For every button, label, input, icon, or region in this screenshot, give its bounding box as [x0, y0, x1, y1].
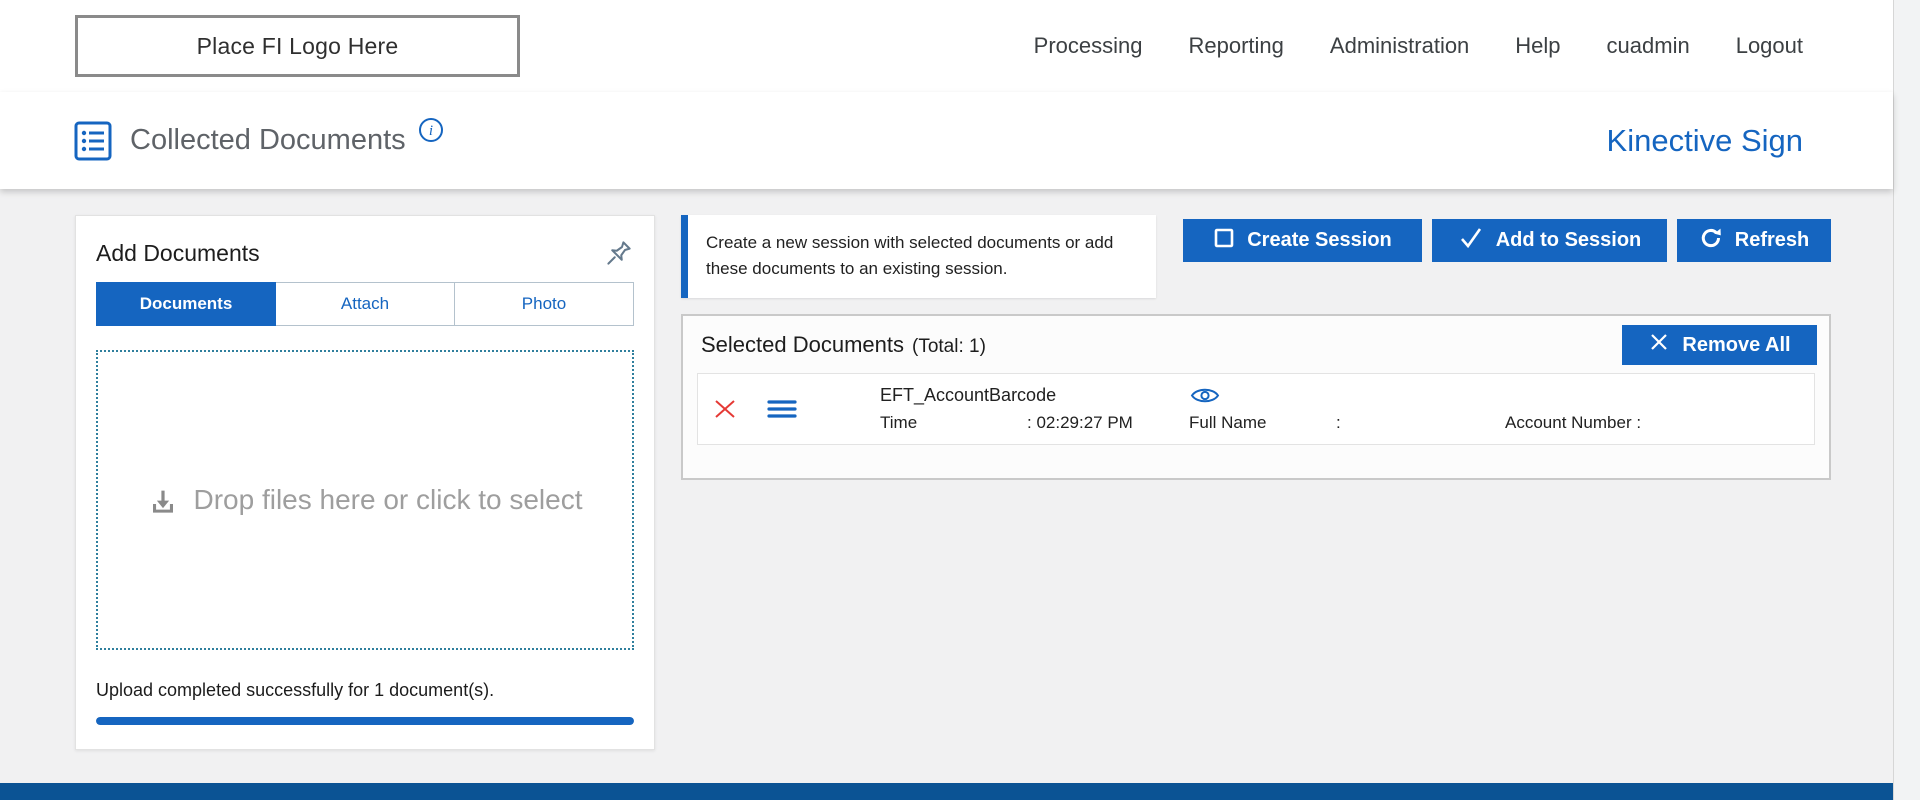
add-to-session-button[interactable]: Add to Session [1432, 219, 1667, 262]
checkmark-icon [1458, 226, 1484, 256]
full-name-value: : [1336, 413, 1505, 433]
close-icon [1648, 331, 1670, 359]
tab-attach-label: Attach [341, 294, 389, 314]
collected-documents-icon [72, 120, 114, 162]
pin-icon[interactable] [604, 238, 634, 268]
full-name-label: Full Name [1189, 413, 1336, 433]
session-info-message: Create a new session with selected docum… [681, 215, 1156, 298]
info-icon[interactable]: i [418, 117, 444, 143]
product-name: Kinective Sign [1607, 123, 1803, 159]
refresh-icon [1699, 226, 1723, 256]
upload-status-text: Upload completed successfully for 1 docu… [96, 680, 634, 701]
top-bar: Place FI Logo Here Processing Reporting … [0, 0, 1893, 92]
tab-documents-label: Documents [140, 294, 233, 314]
nav-item-help[interactable]: Help [1515, 33, 1560, 59]
tab-photo-label: Photo [522, 294, 566, 314]
time-label: Time [880, 413, 1027, 433]
file-dropzone[interactable]: Drop files here or click to select [96, 350, 634, 650]
drag-handle-icon[interactable] [766, 397, 798, 421]
add-documents-tabs: Documents Attach Photo [96, 282, 634, 326]
nav-item-processing[interactable]: Processing [1034, 33, 1143, 59]
svg-text:i: i [429, 123, 433, 139]
remove-all-label: Remove All [1682, 334, 1790, 357]
selected-documents-title: Selected Documents [701, 332, 904, 358]
tab-photo[interactable]: Photo [455, 282, 634, 326]
nav-item-user-cuadmin[interactable]: cuadmin [1607, 33, 1690, 59]
app-root: Place FI Logo Here Processing Reporting … [0, 0, 1920, 800]
preview-eye-icon[interactable] [1190, 385, 1220, 406]
upload-progress-track [96, 717, 634, 725]
main-nav: Processing Reporting Administration Help… [1034, 33, 1803, 59]
nav-item-administration[interactable]: Administration [1330, 33, 1469, 59]
delete-document-icon[interactable] [710, 394, 740, 424]
upload-progress-fill [96, 717, 634, 725]
nav-item-reporting[interactable]: Reporting [1189, 33, 1284, 59]
add-documents-title: Add Documents [96, 240, 260, 267]
footer-bar [0, 783, 1893, 800]
document-row: EFT_AccountBarcode Time : 02:29:27 PM Fu… [697, 373, 1815, 445]
add-to-session-label: Add to Session [1496, 229, 1642, 252]
dropzone-text: Drop files here or click to select [193, 484, 582, 516]
create-session-label: Create Session [1247, 229, 1392, 252]
document-name: EFT_AccountBarcode [880, 385, 1190, 406]
page-title: Collected Documents [130, 124, 406, 157]
add-documents-card: Add Documents Documents Attach Photo [75, 215, 655, 750]
page-header-bar: Collected Documents i Kinective Sign [0, 92, 1893, 189]
remove-all-button[interactable]: Remove All [1622, 325, 1817, 365]
tab-attach[interactable]: Attach [276, 282, 455, 326]
create-session-icon [1213, 227, 1235, 255]
create-session-button[interactable]: Create Session [1183, 219, 1422, 262]
selected-documents-total: (Total: 1) [912, 336, 986, 358]
fi-logo-text: Place FI Logo Here [197, 33, 399, 60]
fi-logo-placeholder: Place FI Logo Here [75, 15, 520, 77]
vertical-scrollbar[interactable] [1893, 0, 1920, 800]
download-icon [147, 486, 179, 518]
refresh-label: Refresh [1735, 229, 1809, 252]
session-action-buttons: Create Session Add to Session Refresh [1183, 219, 1831, 262]
tab-documents[interactable]: Documents [96, 282, 276, 326]
nav-item-logout[interactable]: Logout [1736, 33, 1803, 59]
selected-documents-panel: Selected Documents (Total: 1) Remove All [681, 314, 1831, 480]
time-value: : 02:29:27 PM [1027, 413, 1189, 433]
account-number-label: Account Number : [1505, 413, 1641, 433]
refresh-button[interactable]: Refresh [1677, 219, 1831, 262]
